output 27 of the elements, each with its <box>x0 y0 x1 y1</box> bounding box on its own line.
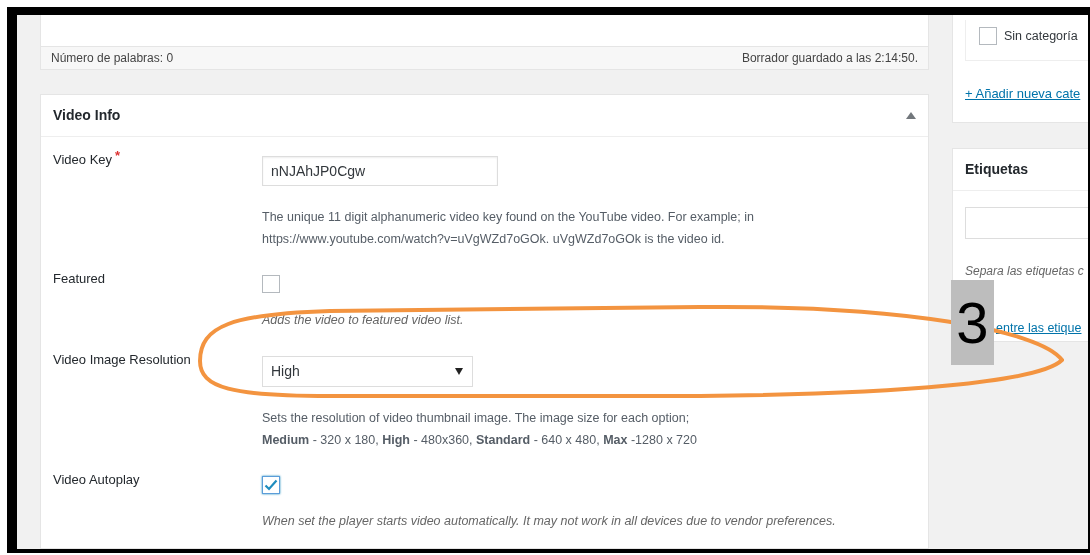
field-label: Video Autoplay <box>53 471 140 489</box>
field-label: Featured <box>53 270 106 288</box>
panel-title: Etiquetas <box>965 160 1028 179</box>
category-label: Sin categoría <box>1004 28 1078 45</box>
select-dropdown[interactable]: High <box>262 356 473 387</box>
field-description: The unique 11 digit alphanumeric video key found on the YouTube video. For example; in <box>262 209 754 226</box>
field-description: Medium - 320 x 180, High - 480x360, Standard - 640 x 480, Max -1280 x 720 <box>262 432 697 449</box>
field-description: When set the player starts video automatically. It may not work in all devices due to vendor preferences. <box>262 513 836 530</box>
field-label: Video Key <box>53 151 113 169</box>
field-description: Sets the resolution of video thumbnail image. The image size for each option; <box>262 410 690 427</box>
draft-status: Borrador guardado a las 2:14:50. <box>741 50 918 68</box>
checkbox[interactable] <box>979 27 997 46</box>
panel-title: Video Info <box>53 106 121 125</box>
dropdown-arrow-icon <box>455 368 463 375</box>
word-count: Número de palabras: 0 <box>51 50 174 68</box>
tag-input[interactable] <box>965 207 1088 239</box>
tags-hint: Separa las etiquetas c <box>965 264 1084 278</box>
text-field[interactable]: nNJAhJP0Cgw <box>262 156 498 186</box>
checkbox[interactable] <box>262 275 280 293</box>
step-number-badge: 3 <box>951 280 994 365</box>
checkbox[interactable] <box>262 476 280 494</box>
field-description: https://www.youtube.com/watch?v=uVgWZd7oGOk. uVgWZd7oGOk is the video id. <box>262 231 725 248</box>
add-category-link[interactable]: + Añadir nueva cate <box>965 86 1081 101</box>
required-mark: * <box>115 150 121 162</box>
checkmark-icon <box>264 479 278 491</box>
field-label: Video Image Resolution <box>53 351 191 369</box>
collapse-arrow-icon[interactable] <box>906 112 916 119</box>
